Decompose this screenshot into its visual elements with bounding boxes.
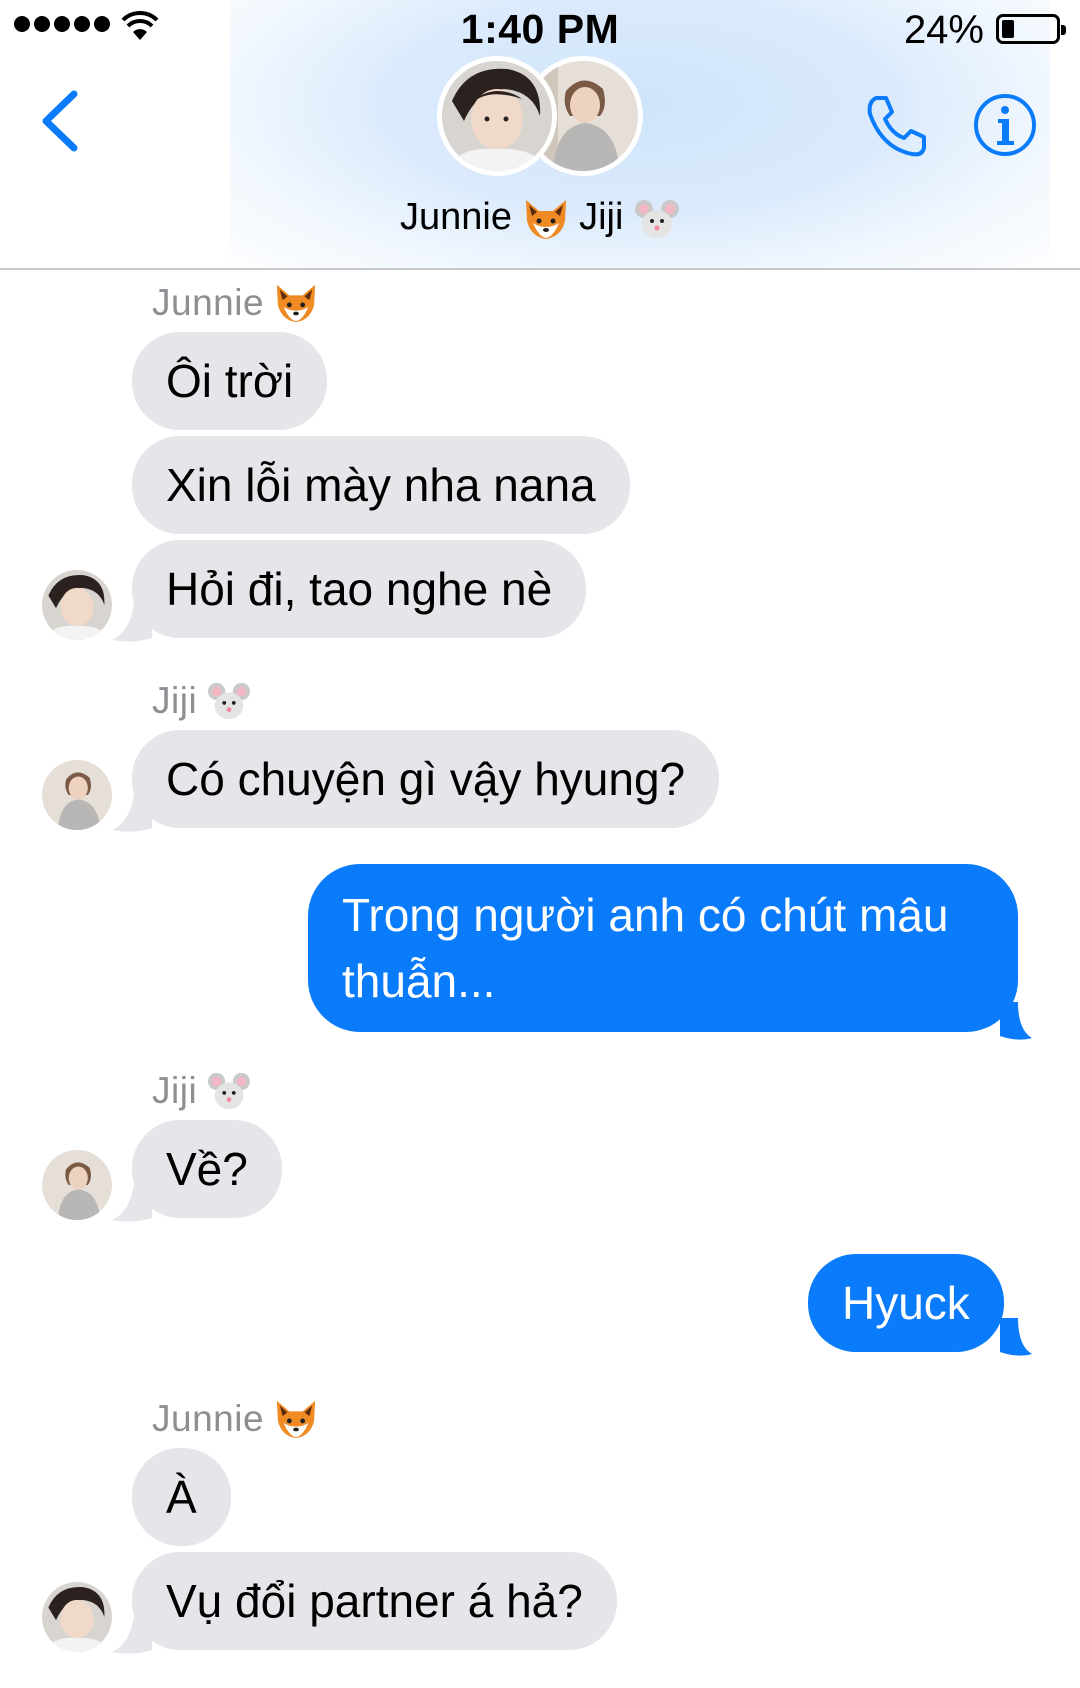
sender-name: Jiji: [152, 1070, 198, 1111]
chat-header: 1:40 PM 24% Junnie Jiji: [0, 0, 1080, 270]
incoming-message-bubble[interactable]: Có chuyện gì vậy hyung?: [132, 730, 720, 828]
incoming-message-bubble[interactable]: Ôi trời: [132, 332, 328, 430]
battery-percentage: 24%: [903, 8, 984, 52]
mouse-face-icon: [208, 682, 251, 720]
fox-face-icon: [525, 199, 566, 239]
back-chevron-icon[interactable]: [36, 86, 84, 156]
jiji-avatar[interactable]: [42, 1150, 112, 1220]
junnie-avatar[interactable]: [42, 1582, 112, 1652]
incoming-message-bubble[interactable]: Xin lỗi mày nha nana: [132, 436, 630, 534]
sender-label: Jiji: [152, 680, 251, 722]
mouse-face-icon: [635, 199, 679, 238]
jiji-avatar[interactable]: [42, 760, 112, 830]
incoming-message-bubble[interactable]: Về?: [132, 1120, 282, 1218]
bubble-tail-icon: [1000, 1318, 1032, 1356]
bubble-tail-icon: [112, 1616, 152, 1654]
group-avatars[interactable]: [437, 56, 647, 180]
group-member-name: Junnie: [400, 196, 512, 238]
incoming-message-bubble[interactable]: Vụ đổi partner á hả?: [132, 1552, 617, 1650]
battery-level-fill: [1002, 20, 1015, 38]
status-bar: 1:40 PM 24%: [0, 0, 1080, 60]
outgoing-message-bubble[interactable]: Hyuck: [808, 1254, 1004, 1352]
sender-name: Jiji: [152, 680, 198, 721]
battery-icon: [996, 14, 1066, 44]
incoming-message-bubble[interactable]: À: [132, 1448, 231, 1546]
sender-label: Jiji: [152, 1070, 251, 1112]
junnie-avatar[interactable]: [42, 570, 112, 640]
mouse-face-icon: [208, 1072, 251, 1110]
bubble-tail-icon: [112, 604, 152, 642]
info-icon[interactable]: [972, 92, 1038, 158]
bubble-tail-icon: [1000, 1002, 1032, 1040]
group-member-name: Jiji: [579, 196, 624, 238]
sender-label: Junnie: [152, 1398, 318, 1440]
sender-name: Junnie: [152, 1398, 265, 1439]
fox-face-icon: [276, 1400, 316, 1439]
bubble-tail-icon: [112, 794, 152, 832]
sender-label: Junnie: [152, 282, 318, 324]
bubble-tail-icon: [112, 1184, 152, 1222]
message-thread[interactable]: Junnie Ôi trời Xin lỗi mày nha nana Hỏi …: [0, 272, 1080, 1688]
group-title[interactable]: Junnie Jiji: [0, 196, 1080, 241]
outgoing-message-bubble[interactable]: Trong người anh có chút mâu thuẫn...: [308, 864, 1018, 1032]
sender-name: Junnie: [152, 282, 265, 323]
fox-face-icon: [276, 284, 316, 323]
junnie-avatar: [437, 56, 557, 176]
incoming-message-bubble[interactable]: Hỏi đi, tao nghe nè: [132, 540, 587, 638]
phone-call-icon[interactable]: [862, 92, 930, 160]
